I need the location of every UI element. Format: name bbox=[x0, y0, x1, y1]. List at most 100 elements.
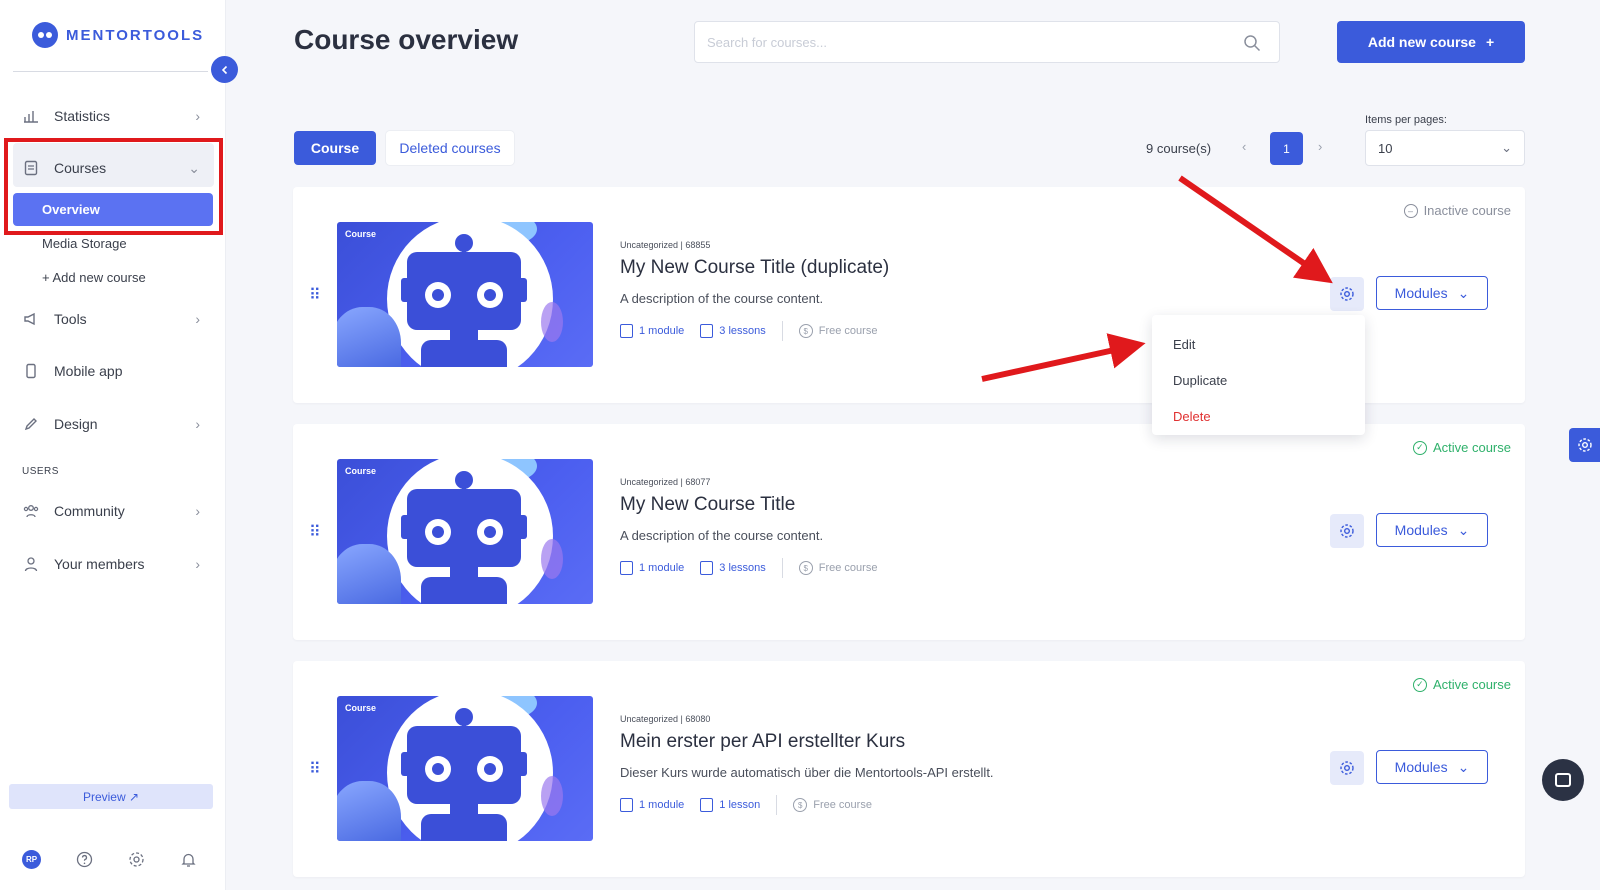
sidebar-item-mobile-app[interactable]: Mobile app bbox=[22, 357, 200, 385]
bell-icon[interactable] bbox=[179, 850, 198, 869]
page-title: Course overview bbox=[294, 24, 519, 55]
sidebar: MENTORTOOLS Statistics › Courses ⌄ Overv… bbox=[0, 0, 226, 890]
gear-icon[interactable] bbox=[127, 850, 146, 869]
chevron-down-icon: ⌄ bbox=[1457, 521, 1470, 538]
thumbnail-badge: Course bbox=[345, 466, 377, 476]
help-icon[interactable] bbox=[75, 850, 94, 869]
course-description: A description of the course content. bbox=[620, 528, 824, 543]
drag-handle-icon[interactable]: ⠿ bbox=[309, 285, 321, 305]
drag-handle-icon[interactable]: ⠿ bbox=[309, 522, 321, 542]
chevron-down-icon: ⌄ bbox=[1457, 284, 1470, 301]
course-category: Uncategorized | 68080 bbox=[620, 714, 711, 724]
course-actions-menu: Edit Duplicate Delete bbox=[1152, 315, 1365, 435]
items-per-page-value: 10 bbox=[1378, 140, 1393, 156]
price-label: $ Free course bbox=[793, 798, 872, 812]
divider bbox=[13, 71, 208, 72]
chevron-down-icon: ⌄ bbox=[1457, 758, 1470, 775]
drag-handle-icon[interactable]: ⠿ bbox=[309, 759, 321, 779]
module-icon bbox=[620, 798, 633, 812]
plus-icon: + bbox=[1485, 34, 1495, 50]
users-group-icon bbox=[22, 502, 40, 520]
sidebar-item-tools[interactable]: Tools › bbox=[22, 305, 200, 333]
search-icon[interactable] bbox=[1243, 34, 1261, 57]
collapse-sidebar-button[interactable] bbox=[211, 56, 238, 83]
lesson-icon bbox=[700, 324, 714, 338]
course-category: Uncategorized | 68855 bbox=[620, 240, 711, 250]
tab-deleted-courses[interactable]: Deleted courses bbox=[386, 131, 514, 165]
chevron-down-icon: ⌄ bbox=[1501, 140, 1512, 155]
course-settings-button[interactable] bbox=[1330, 514, 1364, 548]
lesson-icon bbox=[700, 561, 714, 575]
bar-chart-icon bbox=[22, 107, 40, 125]
sidebar-item-members[interactable]: Your members › bbox=[22, 550, 200, 578]
price-label: $ Free course bbox=[798, 324, 877, 338]
course-settings-button[interactable] bbox=[1330, 277, 1364, 311]
course-title[interactable]: My New Course Title bbox=[620, 494, 795, 516]
pencil-icon bbox=[22, 415, 40, 433]
sidebar-subitem-add-course[interactable]: + Add new course bbox=[42, 270, 146, 285]
section-label-users: USERS bbox=[22, 466, 59, 477]
lessons-count: 3 lessons bbox=[700, 561, 766, 575]
tab-course[interactable]: Course bbox=[294, 131, 376, 165]
modules-button[interactable]: Modules ⌄ bbox=[1376, 513, 1488, 547]
sidebar-item-statistics[interactable]: Statistics › bbox=[22, 102, 200, 130]
items-per-page-select[interactable]: 10 ⌄ bbox=[1365, 130, 1525, 166]
menu-item-edit[interactable]: Edit bbox=[1173, 337, 1195, 352]
floating-settings-button[interactable] bbox=[1569, 428, 1600, 462]
modules-button[interactable]: Modules ⌄ bbox=[1376, 276, 1488, 310]
chevron-right-icon: › bbox=[195, 556, 200, 572]
status-badge: ✓ Active course bbox=[1412, 440, 1511, 455]
course-thumbnail[interactable]: Course bbox=[337, 459, 593, 604]
user-icon bbox=[22, 555, 40, 573]
course-title[interactable]: Mein erster per API erstellter Kurs bbox=[620, 731, 905, 753]
sidebar-footer: RP bbox=[22, 850, 202, 870]
chat-button[interactable] bbox=[1542, 759, 1584, 801]
course-stats: 1 module 3 lessons $ Free course bbox=[620, 558, 877, 578]
pagination-next-icon[interactable]: › bbox=[1318, 139, 1322, 154]
chevron-right-icon: › bbox=[195, 311, 200, 327]
add-new-course-button[interactable]: Add new course + bbox=[1337, 21, 1525, 63]
lesson-icon bbox=[700, 798, 714, 812]
course-thumbnail[interactable]: Course bbox=[337, 696, 593, 841]
gear-icon bbox=[1340, 287, 1354, 301]
course-settings-button[interactable] bbox=[1330, 751, 1364, 785]
course-stats: 1 module 1 lesson $ Free course bbox=[620, 795, 872, 815]
course-card: ⠿ Course Uncategorized | 68077 My New Co… bbox=[293, 424, 1525, 640]
course-card: ⠿ Course Uncategorized | 68080 Mein erst… bbox=[293, 661, 1525, 877]
lessons-count: 3 lessons bbox=[700, 324, 766, 338]
logo[interactable]: MENTORTOOLS bbox=[32, 22, 204, 48]
lessons-count: 1 lesson bbox=[700, 798, 760, 812]
price-label: $ Free course bbox=[798, 561, 877, 575]
minus-circle-icon: – bbox=[1403, 203, 1418, 218]
sidebar-item-design[interactable]: Design › bbox=[22, 410, 200, 438]
search-box bbox=[694, 21, 1280, 63]
preview-button[interactable]: Preview ↗ bbox=[9, 784, 213, 809]
sidebar-item-label: Design bbox=[54, 416, 98, 432]
modules-button-label: Modules bbox=[1394, 522, 1448, 538]
course-thumbnail[interactable]: Course bbox=[337, 222, 593, 367]
pagination-prev-icon[interactable]: ‹ bbox=[1242, 139, 1246, 154]
check-circle-icon: ✓ bbox=[1412, 677, 1427, 692]
brand-name: MENTORTOOLS bbox=[66, 26, 205, 44]
megaphone-icon bbox=[22, 310, 40, 328]
menu-item-duplicate[interactable]: Duplicate bbox=[1173, 373, 1227, 388]
pagination-current-page[interactable]: 1 bbox=[1270, 132, 1303, 165]
phone-icon bbox=[22, 362, 40, 380]
menu-item-delete[interactable]: Delete bbox=[1173, 409, 1211, 424]
sidebar-item-community[interactable]: Community › bbox=[22, 497, 200, 525]
modules-count: 1 module bbox=[620, 561, 684, 575]
thumbnail-badge: Course bbox=[345, 703, 377, 713]
sidebar-item-label: Tools bbox=[54, 311, 87, 327]
modules-button[interactable]: Modules ⌄ bbox=[1376, 750, 1488, 784]
avatar[interactable]: RP bbox=[22, 850, 41, 869]
sidebar-item-label: Mobile app bbox=[54, 363, 123, 379]
modules-button-label: Modules bbox=[1394, 759, 1448, 775]
dollar-icon: $ bbox=[798, 324, 813, 338]
course-category: Uncategorized | 68077 bbox=[620, 477, 711, 487]
sidebar-subitem-media-storage[interactable]: Media Storage bbox=[42, 236, 127, 251]
search-input[interactable] bbox=[695, 22, 1279, 62]
status-badge: – Inactive course bbox=[1403, 203, 1511, 218]
module-icon bbox=[620, 561, 633, 575]
course-title[interactable]: My New Course Title (duplicate) bbox=[620, 257, 889, 279]
chevron-right-icon: › bbox=[195, 416, 200, 432]
